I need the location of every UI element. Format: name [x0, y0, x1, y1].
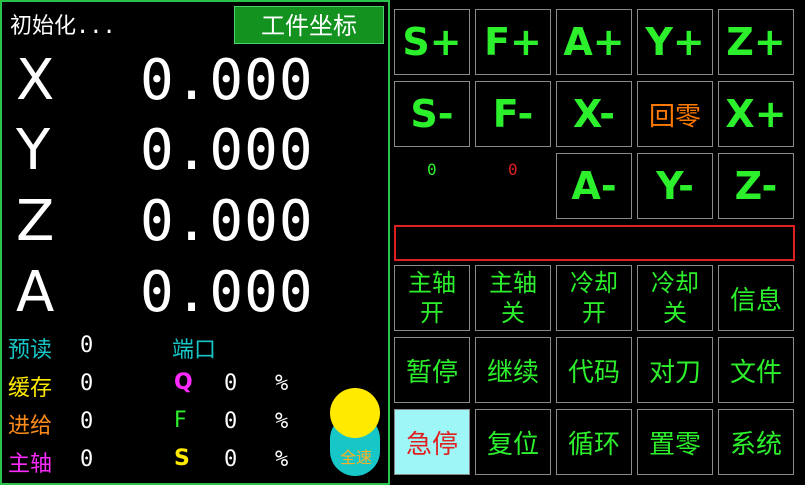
q-label: Q: [174, 370, 193, 395]
spindle-off-line2: 关: [501, 299, 525, 327]
zero-button[interactable]: 置零: [637, 409, 713, 475]
f-label: F: [174, 408, 187, 433]
coolant-on-line1: 冷却: [570, 269, 618, 297]
x-minus-button[interactable]: X-: [556, 81, 632, 147]
feed-label: 进给: [8, 414, 53, 439]
s-label: S: [174, 446, 190, 471]
axis-label-x: X: [16, 48, 55, 113]
cycle-button[interactable]: 循环: [556, 409, 632, 475]
y-plus-button[interactable]: Y+: [637, 9, 713, 75]
coord-mode-button[interactable]: 工件坐标: [234, 6, 384, 44]
preread-label: 预读: [8, 338, 53, 363]
port-label: 端口: [172, 338, 217, 363]
coolant-on-button[interactable]: 冷却 开: [556, 265, 632, 331]
estop-button[interactable]: 急停: [394, 409, 470, 475]
s-counter: 0: [427, 160, 437, 179]
knob-handle[interactable]: [330, 388, 380, 438]
a-plus-button[interactable]: A+: [556, 9, 632, 75]
x-plus-button[interactable]: X+: [718, 81, 794, 147]
coolant-off-line1: 冷却: [651, 269, 699, 297]
reset-button[interactable]: 复位: [475, 409, 551, 475]
resume-button[interactable]: 继续: [475, 337, 551, 403]
knob-label: 全速: [339, 448, 372, 467]
spindle-off-line1: 主轴: [489, 269, 537, 297]
spindle-value: 0: [80, 447, 94, 472]
f-counter: 0: [508, 160, 518, 179]
coolant-off-button[interactable]: 冷却 关: [637, 265, 713, 331]
z-plus-button[interactable]: Z+: [718, 9, 794, 75]
s-plus-button[interactable]: S+: [394, 9, 470, 75]
f-value: 0: [224, 409, 238, 434]
home-button[interactable]: 回零: [637, 81, 713, 147]
info-button[interactable]: 信息: [718, 265, 794, 331]
z-minus-button[interactable]: Z-: [718, 153, 794, 219]
system-button[interactable]: 系统: [718, 409, 794, 475]
q-value: 0: [224, 371, 238, 396]
f-unit: %: [275, 409, 289, 434]
feed-override-knob[interactable]: 全速: [330, 388, 382, 478]
tool-set-button[interactable]: 对刀: [637, 337, 713, 403]
s-unit: %: [275, 447, 289, 472]
axis-value-y: 0.000: [140, 118, 314, 183]
spindle-on-button[interactable]: 主轴 开: [394, 265, 470, 331]
status-text: 初始化...: [10, 14, 116, 39]
spindle-label: 主轴: [8, 452, 53, 477]
f-minus-button[interactable]: F-: [475, 81, 551, 147]
feed-value: 0: [80, 409, 94, 434]
axis-value-a: 0.000: [140, 260, 314, 325]
file-button[interactable]: 文件: [718, 337, 794, 403]
code-button[interactable]: 代码: [556, 337, 632, 403]
s-value: 0: [224, 447, 238, 472]
s-minus-button[interactable]: S-: [394, 81, 470, 147]
y-minus-button[interactable]: Y-: [637, 153, 713, 219]
message-box: [394, 225, 795, 261]
spindle-on-line1: 主轴: [408, 269, 456, 297]
axis-value-x: 0.000: [140, 48, 314, 113]
pause-button[interactable]: 暂停: [394, 337, 470, 403]
axis-label-a: A: [16, 260, 55, 325]
axis-value-z: 0.000: [140, 189, 314, 254]
coolant-off-line2: 关: [663, 299, 687, 327]
spindle-on-line2: 开: [420, 299, 444, 327]
axis-label-y: Y: [16, 118, 51, 183]
axis-label-z: Z: [16, 189, 55, 254]
a-minus-button[interactable]: A-: [556, 153, 632, 219]
f-plus-button[interactable]: F+: [475, 9, 551, 75]
buffer-label: 缓存: [8, 376, 53, 401]
preread-value: 0: [80, 333, 94, 358]
buffer-value: 0: [80, 371, 94, 396]
q-unit: %: [275, 371, 289, 396]
spindle-off-button[interactable]: 主轴 关: [475, 265, 551, 331]
dro-panel: 初始化... 工件坐标 X 0.000 Y 0.000 Z 0.000 A 0.…: [0, 0, 390, 485]
coolant-on-line2: 开: [582, 299, 606, 327]
